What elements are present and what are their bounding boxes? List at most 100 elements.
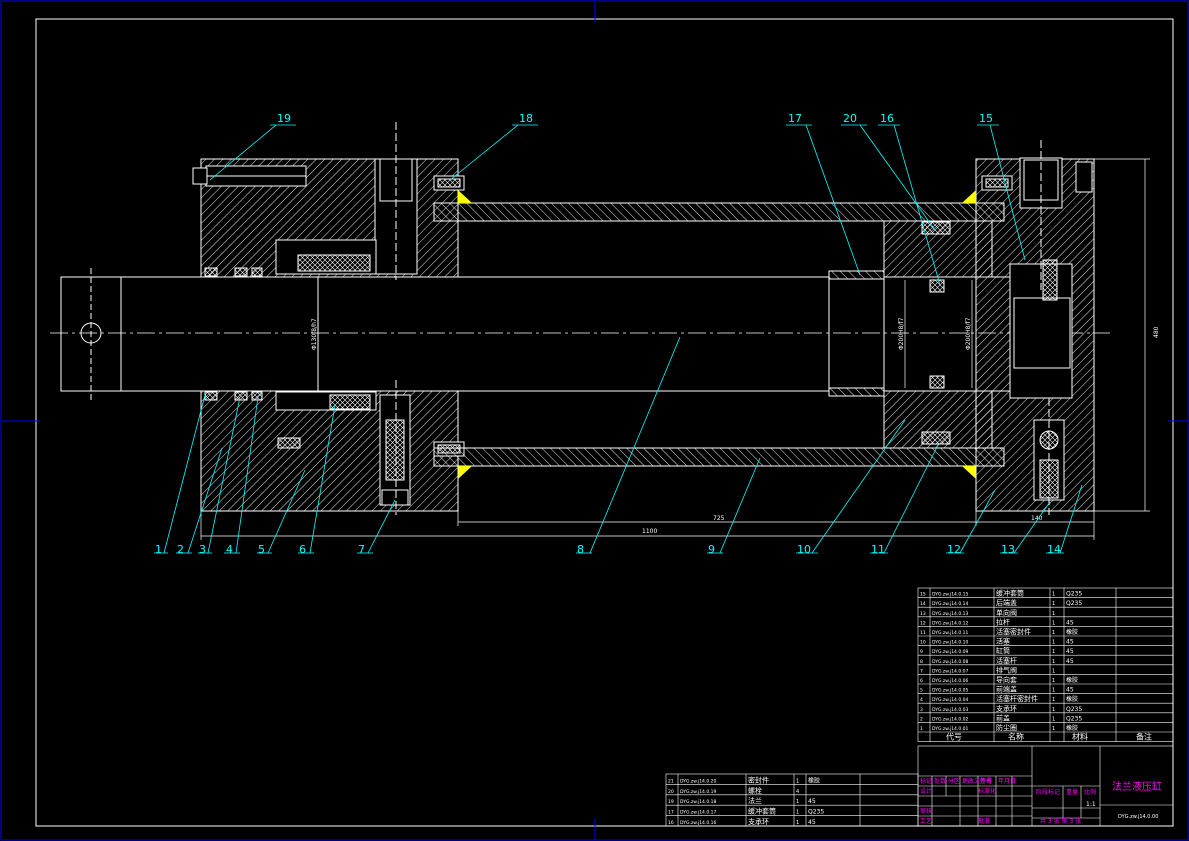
parts-list-cell-code: DYG.zw.j14.0.06 xyxy=(932,678,969,684)
parts-list-header-remark: 备注 xyxy=(1136,732,1152,742)
parts-list-cell-no: 10 xyxy=(920,640,926,646)
parts-list-cell-material: 橡胶 xyxy=(1066,628,1078,636)
title-standard: 标准化 xyxy=(978,787,996,795)
parts-list-cell-qty: 1 xyxy=(1052,716,1055,722)
parts-list-cell-no: 1 xyxy=(920,726,923,732)
balloon-10: 10 xyxy=(797,543,811,556)
parts-list-cell-no: 5 xyxy=(920,688,923,694)
balloon-13: 13 xyxy=(1001,543,1015,556)
parts-list-cell-code: DYG.zw.j14.0.08 xyxy=(932,659,969,665)
parts-list-cell-no: 14 xyxy=(920,601,926,607)
parts-list-cell-qty: 1 xyxy=(1052,640,1055,646)
parts-list-cell-no: 2 xyxy=(920,716,923,722)
parts-list-cell-qty: 1 xyxy=(1052,649,1055,655)
parts-list-cell-material: Q235 xyxy=(1066,706,1082,713)
dim-rod-dia: Φ130f8/h7 xyxy=(311,318,318,350)
balloon-20: 20 xyxy=(843,112,857,125)
parts-list-cell-name: 后端盖 xyxy=(996,598,1017,607)
balloon-15: 15 xyxy=(979,112,993,125)
parts-list-cell-name: 拉杆 xyxy=(996,617,1010,626)
balloon-8: 8 xyxy=(577,543,584,556)
dim-stroke: 725 xyxy=(713,515,725,522)
parts-list-2-cell-name: 支承环 xyxy=(748,817,769,826)
parts-list-cell-qty: 1 xyxy=(1052,697,1055,703)
title-label-zone: 分区 xyxy=(948,777,960,785)
title-main: 法兰液压缸 xyxy=(1112,780,1162,793)
parts-list-cell-no: 12 xyxy=(920,620,926,626)
parts-list-cell-name: 防尘圈 xyxy=(996,723,1017,732)
parts-list-2-cell-code: DYG.zw.j14.0.20 xyxy=(680,778,717,784)
parts-list-2-cell-code: DYG.zw.j14.0.19 xyxy=(680,789,717,795)
parts-list-cell-no: 15 xyxy=(920,592,926,598)
parts-list-cell-no: 6 xyxy=(920,678,923,684)
parts-list-2-cell-no: 17 xyxy=(668,810,674,816)
parts-list-2-cell-name: 螺栓 xyxy=(748,786,762,795)
parts-list-cell-name: 导向套 xyxy=(996,675,1017,684)
parts-list-2-cell-code: DYG.zw.j14.0.16 xyxy=(680,820,717,826)
parts-list-cell-material: 橡胶 xyxy=(1066,676,1078,684)
title-scale-value: 1:1 xyxy=(1086,801,1096,808)
parts-list-cell-material: 45 xyxy=(1066,658,1074,665)
dim-total-length: 1100 xyxy=(642,528,657,535)
parts-list-cell-no: 9 xyxy=(920,649,923,655)
parts-list-header-material: 材料 xyxy=(1072,732,1088,742)
parts-list-cell-qty: 1 xyxy=(1052,659,1055,665)
parts-list-2-cell-qty: 1 xyxy=(796,810,799,816)
parts-list-cell-code: DYG.zw.j14.0.09 xyxy=(932,649,969,655)
parts-list-header-name: 名称 xyxy=(1008,732,1024,742)
title-check: 审核 xyxy=(920,807,932,815)
balloon-14: 14 xyxy=(1047,543,1061,556)
parts-list-2-cell-qty: 4 xyxy=(796,789,799,795)
parts-list-cell-name: 活塞 xyxy=(996,637,1010,646)
parts-list-cell-qty: 1 xyxy=(1052,611,1055,617)
balloon-2: 2 xyxy=(177,543,184,556)
parts-list-2-cell-code: DYG.zw.j14.0.17 xyxy=(680,810,717,816)
parts-list-cell-material: 45 xyxy=(1066,619,1074,626)
parts-list-cell-code: DYG.zw.j14.0.15 xyxy=(932,592,969,598)
parts-list-cell-code: DYG.zw.j14.0.11 xyxy=(932,630,969,636)
parts-list-cell-code: DYG.zw.j14.0.13 xyxy=(932,611,969,617)
parts-list-cell-name: 前端盖 xyxy=(996,685,1017,694)
parts-list-2-cell-no: 19 xyxy=(668,799,674,805)
parts-list-2-cell-code: DYG.zw.j14.0.18 xyxy=(680,799,717,805)
parts-list-2-cell-material: 橡胶 xyxy=(808,776,820,784)
parts-list-cell-qty: 1 xyxy=(1052,707,1055,713)
parts-list-cell-qty: 1 xyxy=(1052,620,1055,626)
title-approve: 批准 xyxy=(978,817,990,825)
title-sheet: 共 3 张 第 3 张 xyxy=(1040,817,1081,825)
balloon-12: 12 xyxy=(947,543,961,556)
parts-list-cell-no: 8 xyxy=(920,659,923,665)
balloon-6: 6 xyxy=(299,543,306,556)
piston-rod xyxy=(120,276,830,392)
balloon-16: 16 xyxy=(880,112,894,125)
parts-list-cell-name: 前盖 xyxy=(996,713,1010,722)
parts-list-cell-no: 4 xyxy=(920,697,923,703)
balloon-17: 17 xyxy=(788,112,802,125)
balloon-5: 5 xyxy=(258,543,265,556)
balloon-4: 4 xyxy=(226,543,233,556)
parts-list-cell-code: DYG.zw.j14.0.14 xyxy=(932,601,969,607)
parts-list-2-cell-no: 16 xyxy=(668,820,674,826)
parts-list-cell-qty: 1 xyxy=(1052,630,1055,636)
parts-list-2: 21 DYG.zw.j14.0.20 密封件 1 橡胶 20 DYG.zw.j14.0.19… xyxy=(665,773,919,827)
parts-list-cell-code: DYG.zw.j14.0.07 xyxy=(932,668,969,674)
parts-list-cell-material: Q235 xyxy=(1066,591,1082,598)
parts-list-cell-qty: 1 xyxy=(1052,688,1055,694)
parts-list-cell-no: 7 xyxy=(920,668,923,674)
parts-list-cell-name: 单向阀 xyxy=(996,608,1017,617)
parts-list-cell-qty: 1 xyxy=(1052,592,1055,598)
parts-list-cell-material: 45 xyxy=(1066,687,1074,694)
balloon-18: 18 xyxy=(519,112,533,125)
parts-list-cell-material: Q235 xyxy=(1066,715,1082,722)
parts-list-2-cell-no: 21 xyxy=(668,778,674,784)
parts-list-2-cell-no: 20 xyxy=(668,789,674,795)
parts-list-cell-name: 支承环 xyxy=(996,704,1017,713)
parts-list: 15 DYG.zw.j14.0.15 缓冲套筒 1 Q23514 DYG.zw.j14.0… xyxy=(917,587,1174,742)
parts-list-2-cell-name: 法兰 xyxy=(748,796,762,805)
parts-list-2-cell-material: 45 xyxy=(808,819,816,826)
title-drawing-no: DYG.zw.j14.0.00 xyxy=(1118,814,1158,820)
balloon-7: 7 xyxy=(358,543,365,556)
parts-list-2-cell-qty: 1 xyxy=(796,820,799,826)
parts-list-cell-code: DYG.zw.j14.0.02 xyxy=(932,716,969,722)
dim-overall-height: 480 xyxy=(1153,326,1160,338)
